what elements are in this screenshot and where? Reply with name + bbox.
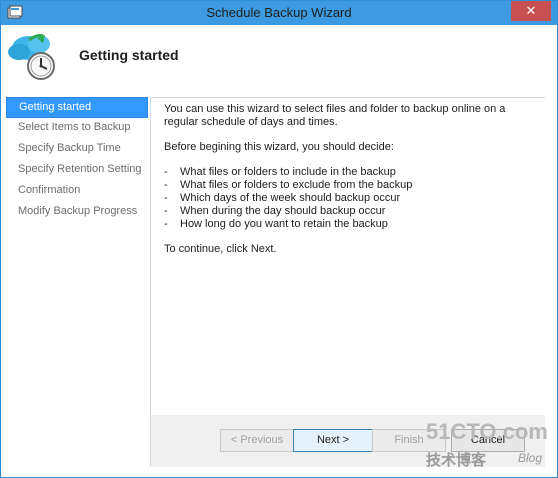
step-confirmation[interactable]: Confirmation (6, 181, 148, 202)
list-item: - Which days of the week should backup oc… (164, 192, 401, 204)
close-icon: ✕ (525, 3, 537, 18)
step-retention-setting[interactable]: Specify Retention Setting (6, 160, 148, 181)
intro-text: You can use this wizard to select files … (164, 103, 506, 128)
step-modify-progress[interactable]: Modify Backup Progress (6, 202, 148, 223)
step-backup-time[interactable]: Specify Backup Time (6, 139, 148, 160)
page-title: Getting started (79, 47, 179, 63)
step-getting-started[interactable]: Getting started (6, 97, 148, 118)
wizard-window: Schedule Backup Wizard ✕ Getting started… (0, 0, 558, 478)
continue-text: To continue, click Next. (164, 243, 277, 255)
list-item: - What files or folders to include in the… (164, 166, 396, 178)
list-item: - When during the day should backup occur (164, 205, 386, 217)
next-button[interactable]: Next > (293, 429, 373, 452)
watermark-blog: Blog (518, 451, 543, 465)
window-title: Schedule Backup Wizard (206, 5, 352, 20)
step-select-items[interactable]: Select Items to Backup (6, 118, 148, 139)
wizard-steps: Getting started Select Items to Backup S… (6, 97, 148, 223)
decide-heading: Before begining this wizard, you should … (164, 141, 394, 153)
watermark-main: 51CTO.com (426, 419, 548, 444)
list-item: - How long do you want to retain the back… (164, 218, 388, 230)
decision-list: - What files or folders to include in the… (164, 166, 534, 231)
cloud-clock-icon (8, 34, 55, 80)
previous-button[interactable]: < Previous (220, 429, 294, 452)
watermark: 51CTO.com 技术博客 Blog (426, 419, 556, 475)
watermark-sub: 技术博客 (426, 452, 487, 469)
list-item: - What files or folders to exclude from t… (164, 179, 413, 191)
wizard-header: Getting started (1, 26, 557, 88)
title-bar[interactable]: Schedule Backup Wizard ✕ (1, 1, 557, 25)
close-button[interactable]: ✕ (511, 1, 551, 21)
main-panel: You can use this wizard to select files … (150, 97, 545, 415)
main-text: You can use this wizard to select files … (164, 103, 534, 268)
